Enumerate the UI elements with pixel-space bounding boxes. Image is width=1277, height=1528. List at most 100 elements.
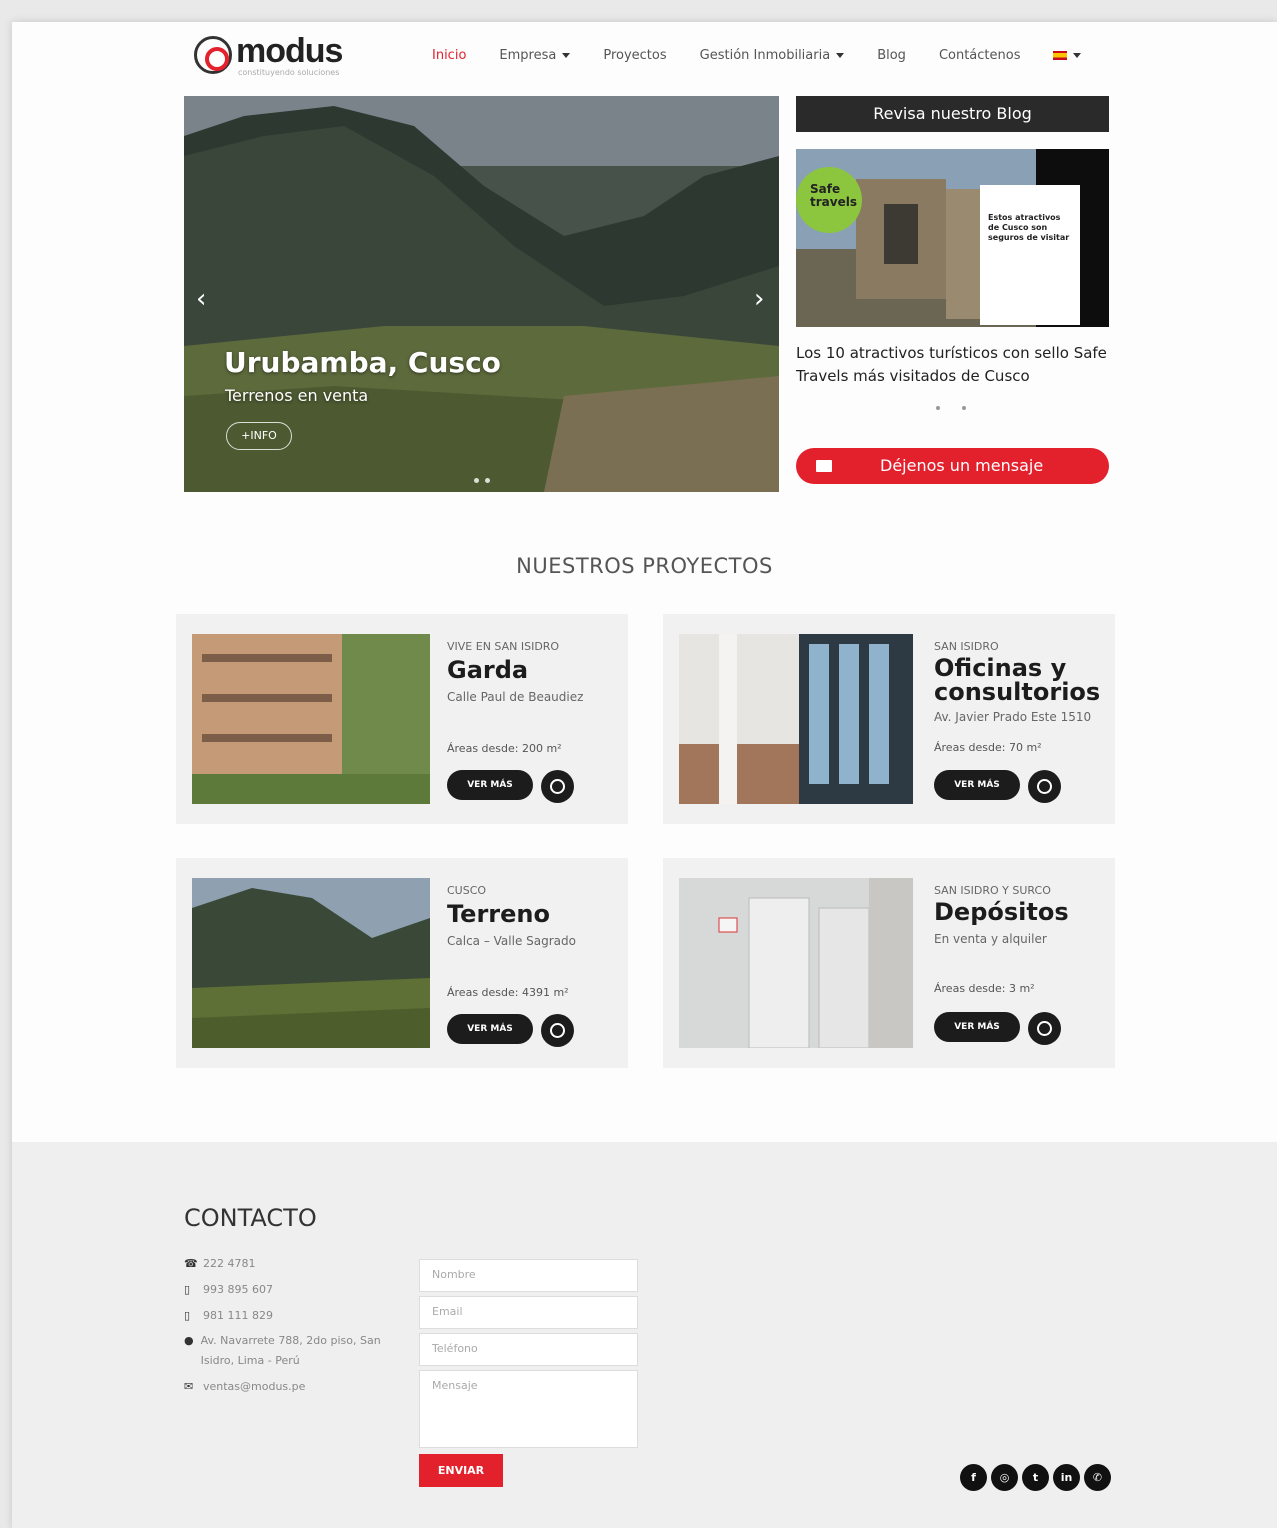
email-field[interactable]: Email (419, 1296, 638, 1329)
project-area: Áreas desde: 200 m² (447, 742, 562, 755)
envelope-icon (816, 460, 832, 472)
hero-dots (474, 478, 490, 483)
linkedin-icon[interactable]: in (1053, 1464, 1080, 1491)
logo[interactable]: modus constituyendo soluciones (194, 32, 364, 78)
whatsapp-icon[interactable] (541, 770, 574, 803)
safe-travels-badge: Safe travels (796, 167, 862, 233)
nav-item-gestion[interactable]: Gestión Inmobiliaria (700, 48, 845, 63)
social-links: f ◎ t in ✆ (960, 1464, 1111, 1491)
envelope-icon: ✉ (184, 1380, 194, 1393)
hero-title: Urubamba, Cusco (224, 346, 501, 379)
nav-item-proyectos[interactable]: Proyectos (603, 48, 666, 63)
slide-dot[interactable] (474, 478, 479, 483)
depositos-photo (679, 878, 913, 1048)
instagram-icon[interactable]: ◎ (991, 1464, 1018, 1491)
contact-mobile-1: ▯ 993 895 607 (184, 1280, 273, 1300)
contact-mobile-text: 993 895 607 (203, 1283, 273, 1296)
caret-down-icon (562, 53, 571, 58)
contact-mobile-2: ▯ 981 111 829 (184, 1306, 273, 1326)
map-pin-icon: ● (184, 1334, 194, 1347)
nav-item-inicio[interactable]: Inicio (432, 48, 466, 63)
project-card-depositos: SAN ISIDRO Y SURCO Depósitos En venta y … (663, 858, 1115, 1068)
nav-item-label: Gestión Inmobiliaria (699, 48, 831, 63)
blog-image[interactable]: Estos atractivos de Cusco son seguros de… (796, 149, 1109, 327)
garda-photo (192, 634, 430, 804)
main-nav: Inicio Empresa Proyectos Gestión Inmobil… (432, 48, 1114, 63)
project-card-garda: VIVE EN SAN ISIDRO Garda Calle Paul de B… (176, 614, 628, 824)
contact-address-text: Av. Navarrete 788, 2do piso, San Isidro,… (200, 1334, 381, 1367)
prev-slide-icon[interactable]: ‹ (196, 284, 206, 314)
message-field[interactable]: Mensaje (419, 1370, 638, 1448)
send-button[interactable]: ENVIAR (419, 1454, 503, 1487)
hero-slider: ‹ › Urubamba, Cusco Terrenos en venta +I… (184, 96, 779, 492)
ver-mas-button[interactable]: VER MÁS (934, 1012, 1020, 1042)
message-button[interactable]: Déjenos un mensaje (796, 448, 1109, 484)
project-tag: SAN ISIDRO (934, 640, 999, 653)
project-address: En venta y alquiler (934, 932, 1047, 946)
project-tag: CUSCO (447, 884, 487, 897)
project-image[interactable] (192, 878, 430, 1048)
caret-down-icon (836, 53, 845, 58)
logo-tagline: constituyendo soluciones (238, 68, 340, 77)
project-card-oficinas: SAN ISIDRO Oficinas y consultorios Av. J… (663, 614, 1115, 824)
projects-title: NUESTROS PROYECTOS (516, 554, 773, 578)
project-address: Calle Paul de Beaudiez (447, 690, 584, 704)
page: modus constituyendo soluciones Inicio Em… (12, 22, 1277, 1528)
contact-phone-text: 222 4781 (203, 1257, 256, 1270)
project-image[interactable] (192, 634, 430, 804)
contact-mobile-text: 981 111 829 (203, 1309, 273, 1322)
slide-dot[interactable] (936, 406, 940, 410)
project-title: Depósitos (934, 898, 1069, 926)
project-address: Av. Javier Prado Este 1510 (934, 710, 1092, 724)
facebook-icon[interactable]: f (960, 1464, 987, 1491)
project-title: Oficinas y consultorios (934, 654, 1101, 706)
nav-item-blog[interactable]: Blog (877, 48, 906, 63)
slide-dot[interactable] (962, 406, 966, 410)
nav-item-label: Empresa (499, 48, 557, 63)
contact-email[interactable]: ✉ ventas@modus.pe (184, 1377, 305, 1397)
language-selector[interactable] (1053, 48, 1082, 63)
message-button-label: Déjenos un mensaje (880, 456, 1044, 475)
project-image[interactable] (679, 878, 913, 1048)
blog-card-overlay: Estos atractivos de Cusco son seguros de… (980, 185, 1080, 325)
oficinas-photo (679, 634, 913, 804)
blog-dots (936, 406, 966, 410)
contact-email-text: ventas@modus.pe (203, 1380, 306, 1393)
terreno-photo (192, 878, 430, 1048)
hero-info-button[interactable]: +INFO (226, 422, 292, 450)
contact-title: CONTACTO (184, 1204, 317, 1232)
logo-text: modus (236, 32, 343, 70)
ver-mas-button[interactable]: VER MÁS (447, 770, 533, 800)
spain-flag-icon (1053, 51, 1068, 60)
nav-item-contactenos[interactable]: Contáctenos (939, 48, 1021, 63)
project-tag: VIVE EN SAN ISIDRO (447, 640, 560, 653)
project-title: Garda (447, 656, 529, 684)
phone-field[interactable]: Teléfono (419, 1333, 638, 1366)
slide-dot[interactable] (485, 478, 490, 483)
project-image[interactable] (679, 634, 913, 804)
ver-mas-button[interactable]: VER MÁS (447, 1014, 533, 1044)
blog-post-title[interactable]: Los 10 atractivos turísticos con sello S… (796, 342, 1109, 388)
project-title: Terreno (447, 900, 550, 928)
project-tag: SAN ISIDRO Y SURCO (934, 884, 1051, 897)
whatsapp-icon[interactable]: ✆ (1084, 1464, 1111, 1491)
twitter-icon[interactable]: t (1022, 1464, 1049, 1491)
whatsapp-icon[interactable] (1028, 1012, 1061, 1045)
mobile-icon: ▯ (184, 1283, 191, 1296)
project-card-terreno: CUSCO Terreno Calca – Valle Sagrado Área… (176, 858, 628, 1068)
blog-header[interactable]: Revisa nuestro Blog (796, 96, 1109, 132)
nav-item-empresa[interactable]: Empresa (499, 48, 571, 63)
hero-subtitle: Terrenos en venta (225, 386, 369, 405)
mobile-icon: ▯ (184, 1309, 191, 1322)
logo-mark-icon (194, 36, 232, 74)
next-slide-icon[interactable]: › (754, 284, 764, 314)
project-area: Áreas desde: 3 m² (934, 982, 1035, 995)
name-field[interactable]: Nombre (419, 1259, 638, 1292)
whatsapp-icon[interactable] (1028, 770, 1061, 803)
ver-mas-button[interactable]: VER MÁS (934, 770, 1020, 800)
contact-phone: ☎ 222 4781 (184, 1254, 256, 1274)
whatsapp-icon[interactable] (541, 1014, 574, 1047)
project-area: Áreas desde: 4391 m² (447, 986, 569, 999)
phone-icon: ☎ (184, 1257, 198, 1270)
contact-address: ● Av. Navarrete 788, 2do piso, San Isidro… (184, 1331, 396, 1371)
